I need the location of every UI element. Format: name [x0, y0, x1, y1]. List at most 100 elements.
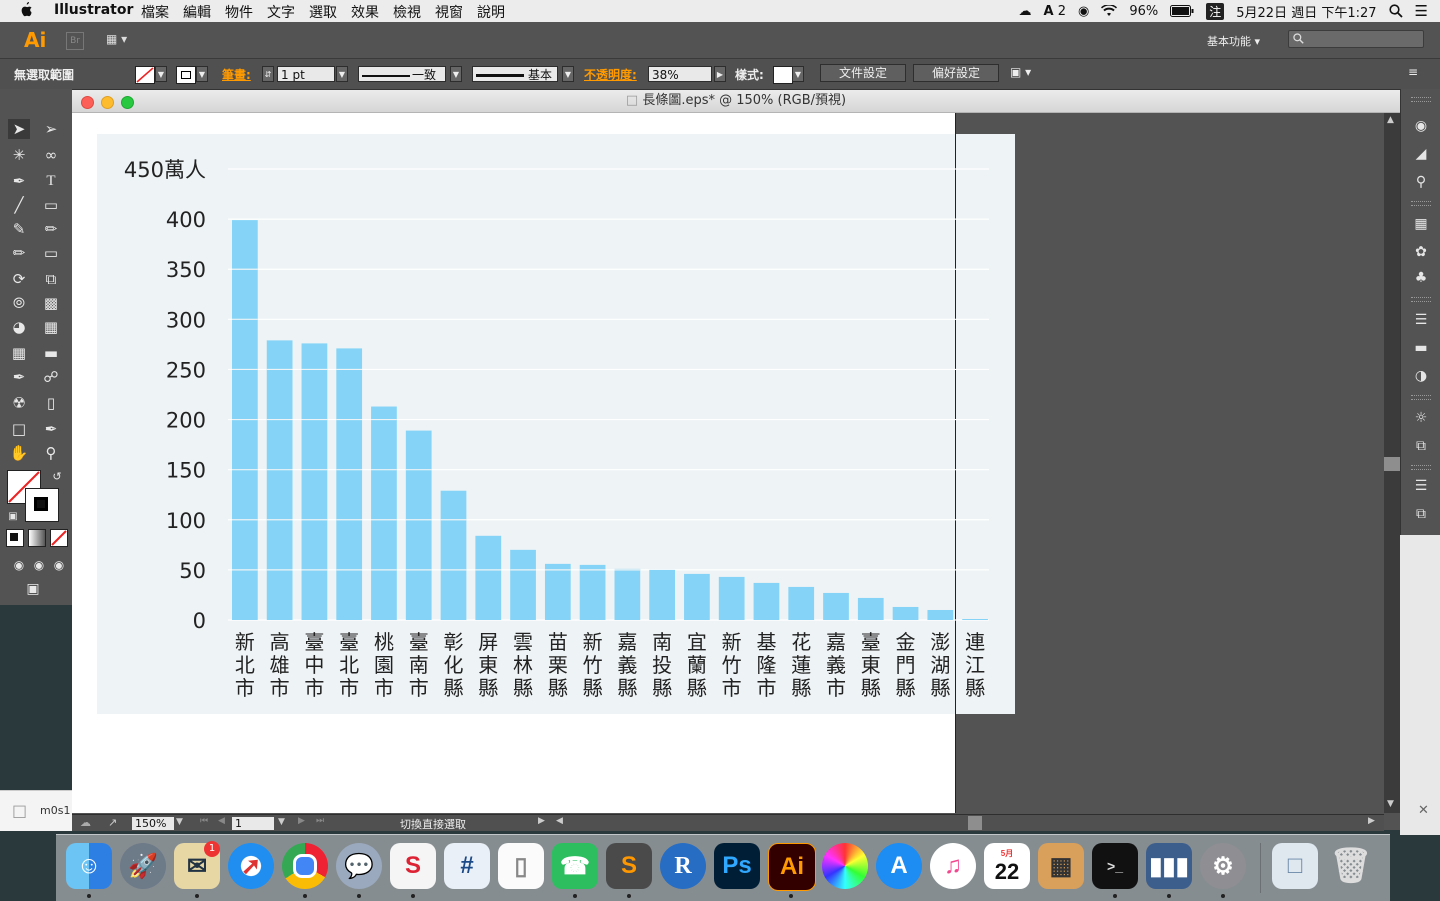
panel-menu-icon[interactable]: ≡ — [1408, 65, 1418, 79]
menu-object[interactable]: 物件 — [225, 2, 253, 22]
brush-dropdown[interactable]: ▼ — [562, 66, 574, 82]
type-tool-icon[interactable]: T — [40, 171, 62, 191]
symbols-icon[interactable]: ♣ — [1411, 269, 1431, 287]
slack-icon[interactable]: S — [390, 843, 436, 889]
scale-tool-icon[interactable]: ⧉ — [40, 269, 62, 289]
appearance-icon[interactable]: ☼ — [1411, 409, 1431, 427]
calendar-icon[interactable]: 5月 22 — [984, 843, 1030, 889]
calculator-icon[interactable]: ▦ — [1038, 843, 1084, 889]
next-artboard-icon[interactable]: ▶ — [298, 816, 305, 826]
system-preferences-icon[interactable]: ⚙ — [1200, 843, 1246, 889]
finder-icon[interactable]: ☺ — [66, 843, 112, 889]
selection-tool-icon[interactable]: ➤ — [8, 119, 30, 139]
export-icon[interactable]: ↗ — [108, 816, 117, 829]
evernote-icon[interactable]: ☎ — [552, 843, 598, 889]
stroke-color-box[interactable] — [25, 488, 59, 522]
swatches-icon[interactable]: ▦ — [1411, 215, 1431, 233]
notification-center-icon[interactable]: ☰ — [1415, 2, 1428, 20]
app-menu[interactable]: Illustrator — [54, 2, 133, 18]
workspace-switcher[interactable]: 基本功能 ▾ — [1207, 33, 1260, 49]
default-colors-icon[interactable]: ▣ — [2, 507, 24, 527]
transparency-icon[interactable]: ◑ — [1411, 367, 1431, 385]
panel-grip-4[interactable] — [1411, 395, 1431, 400]
scroll-down-icon[interactable]: ▼ — [1387, 799, 1394, 809]
first-artboard-icon[interactable]: ⏮ — [200, 816, 208, 826]
spotlight-icon[interactable] — [1388, 4, 1403, 18]
battery-icon[interactable] — [1170, 5, 1194, 17]
draw-normal-icon[interactable]: ◉ — [8, 555, 30, 575]
sublime-text-icon[interactable]: S — [606, 843, 652, 889]
itunes-icon[interactable]: ♫ — [930, 843, 976, 889]
fill-dropdown[interactable]: ▼ — [155, 66, 167, 82]
menu-window[interactable]: 視窗 — [435, 2, 463, 22]
draw-behind-icon[interactable]: ◉ — [28, 555, 50, 575]
artboard-number-input[interactable]: 1 — [232, 817, 274, 830]
stroke-panel-icon[interactable]: ☰ — [1411, 311, 1431, 329]
finder-filename[interactable]: m0s1 — [40, 804, 70, 817]
stroke-dropdown[interactable]: ▼ — [196, 66, 208, 82]
screen-mode-icon[interactable]: ▣ — [22, 579, 44, 599]
magic-wand-icon[interactable]: ✳ — [8, 145, 30, 165]
stroke-weight-dropdown[interactable]: ▼ — [336, 66, 348, 82]
code-editor-icon[interactable]: # — [444, 843, 490, 889]
zoom-level-input[interactable]: 150% — [132, 817, 174, 830]
color-picker-app-icon[interactable] — [822, 843, 868, 889]
vertical-scrollbar[interactable]: ▲ ▼ — [1384, 113, 1400, 813]
panel-grip-2[interactable] — [1411, 201, 1431, 206]
lasso-icon[interactable]: ∞ — [40, 145, 62, 165]
bridge-button[interactable]: Br — [66, 32, 84, 50]
arrange-documents-icon[interactable]: ▦ ▾ — [106, 32, 132, 48]
color-panel-icon[interactable]: ◉ — [1411, 117, 1431, 135]
panel-grip-3[interactable] — [1411, 297, 1431, 302]
stroke-stepper[interactable]: ⇵ — [262, 66, 274, 82]
rotate-tool-icon[interactable]: ⟳ — [8, 269, 30, 289]
activity-monitor-icon[interactable]: ▮▮▮ — [1146, 843, 1192, 889]
brush-definition[interactable]: 基本 — [472, 66, 558, 82]
artboards-icon[interactable]: ⧉ — [1411, 505, 1431, 523]
background-finder-window[interactable]: □ m0s1 — [0, 790, 72, 831]
artboard-dropdown-icon[interactable]: ▼ — [278, 817, 285, 827]
scroll-right-icon[interactable]: ▶ — [1368, 816, 1375, 826]
chrome-icon[interactable] — [282, 843, 328, 889]
column-graph-icon[interactable]: ▯ — [40, 393, 62, 413]
hand-tool-icon[interactable]: ✋ — [8, 443, 30, 463]
close-icon[interactable]: ✕ — [1418, 803, 1429, 818]
last-artboard-icon[interactable]: ⏭ — [316, 816, 324, 826]
photoshop-icon[interactable]: Ps — [714, 843, 760, 889]
cloud-icon[interactable]: ☁ — [1019, 4, 1032, 19]
opacity-arrow[interactable]: ▶ — [714, 66, 726, 82]
profile-dropdown[interactable]: ▼ — [450, 66, 462, 82]
align-options-icon[interactable]: ▣ ▾ — [1010, 65, 1031, 79]
menu-select[interactable]: 選取 — [309, 2, 337, 22]
swap-colors-icon[interactable]: ↺ — [46, 467, 68, 487]
paintbrush-icon[interactable]: ✎ — [8, 219, 30, 239]
wechat-icon[interactable]: ◉ — [1078, 4, 1089, 19]
pasteboard[interactable] — [956, 113, 1384, 813]
apple-icon[interactable] — [18, 1, 34, 19]
input-method-icon[interactable]: 注 — [1206, 2, 1225, 20]
background-window-right[interactable]: ✕ — [1400, 535, 1440, 835]
pen-tool-icon[interactable]: ✒ — [8, 171, 30, 191]
document-app-icon[interactable]: ▯ — [498, 843, 544, 889]
stroke-swatch[interactable] — [176, 66, 196, 84]
preferences-button[interactable]: 偏好設定 — [913, 64, 999, 82]
launchpad-icon[interactable]: 🚀 — [120, 843, 166, 889]
cc-libraries-icon[interactable]: ⚲ — [1411, 173, 1431, 191]
eyedropper-icon[interactable]: ✒ — [8, 367, 30, 387]
eraser-icon[interactable]: ▭ — [40, 243, 62, 263]
help-search-input[interactable] — [1288, 30, 1424, 48]
vertical-scroll-thumb[interactable] — [1384, 457, 1400, 471]
color-guide-icon[interactable]: ◢ — [1411, 145, 1431, 163]
share-icon[interactable]: ☁ — [80, 816, 91, 829]
draw-inside-icon[interactable]: ◉ — [48, 555, 70, 575]
scroll-up-icon[interactable]: ▲ — [1387, 115, 1394, 125]
variable-width-profile[interactable]: 一致 — [358, 66, 446, 82]
document-setup-button[interactable]: 文件設定 — [820, 64, 906, 82]
fill-swatch[interactable] — [135, 66, 155, 84]
menu-type[interactable]: 文字 — [267, 2, 295, 22]
zoom-tool-icon[interactable]: ⚲ — [40, 443, 62, 463]
zoom-dropdown-icon[interactable]: ▼ — [176, 817, 183, 827]
app-store-icon[interactable]: A — [876, 843, 922, 889]
slice-tool-icon[interactable]: ✒ — [40, 419, 62, 439]
style-dropdown[interactable]: ▼ — [792, 66, 804, 82]
